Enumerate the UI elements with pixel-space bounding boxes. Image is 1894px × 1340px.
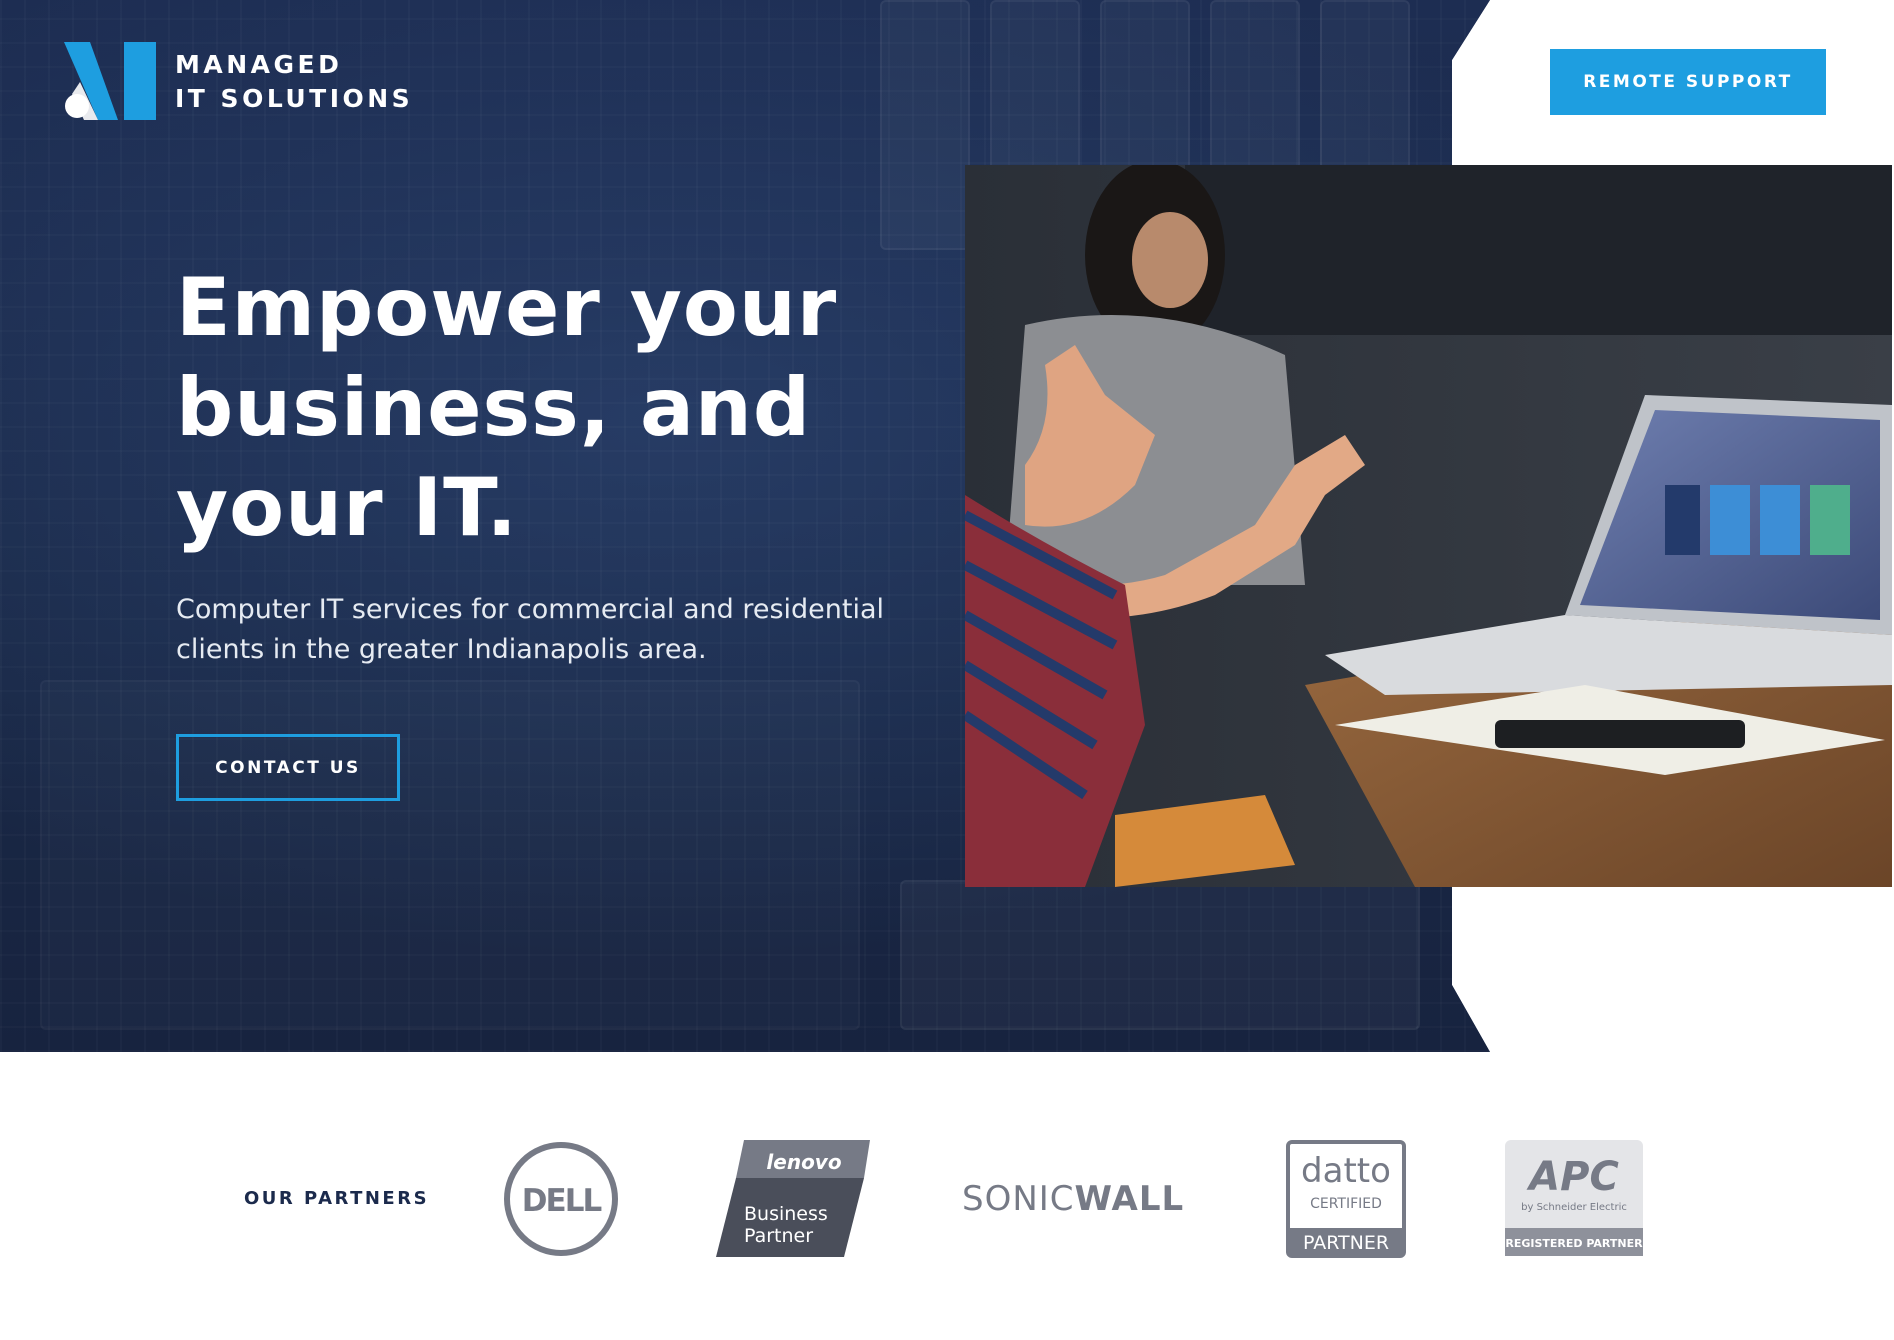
sonicwall-logo-icon[interactable]: SONICWALL — [962, 1174, 1192, 1224]
contact-us-button[interactable]: CONTACT US — [176, 734, 400, 801]
server-rack-shape — [900, 880, 1420, 1030]
brand-name-line2: IT SOLUTIONS — [175, 84, 414, 113]
lenovo-logo-icon[interactable]: lenovo Business Partner — [716, 1140, 870, 1257]
brand-logo-icon — [64, 42, 156, 120]
server-rack-shape — [40, 680, 860, 1030]
server-rack-shape — [1210, 0, 1300, 170]
headline-line3: your IT. — [176, 461, 518, 554]
lenovo-line2-text: Partner — [744, 1225, 813, 1247]
sonicwall-text: SONICWALL — [962, 1179, 1184, 1219]
datto-brand-text: datto — [1301, 1151, 1391, 1191]
lenovo-brand-text: lenovo — [766, 1150, 841, 1174]
server-rack-shape — [880, 0, 970, 250]
hero-headline: Empower your business, and your IT. — [176, 258, 976, 558]
meeting-photo-illustration — [965, 165, 1892, 887]
brand-name: MANAGED IT SOLUTIONS — [175, 48, 413, 116]
datto-partner-text: PARTNER — [1303, 1232, 1389, 1254]
apc-sub-text: by Schneider Electric — [1521, 1202, 1627, 1213]
server-rack-shape — [1320, 0, 1410, 170]
remote-support-button[interactable]: REMOTE SUPPORT — [1550, 49, 1826, 115]
dell-text: DELL — [522, 1183, 602, 1219]
dell-logo-icon[interactable]: DELL — [502, 1140, 620, 1258]
headline-line2: business, and — [176, 361, 812, 454]
lenovo-line1-text: Business — [744, 1203, 828, 1225]
apc-registered-text: REGISTERED PARTNER — [1505, 1237, 1643, 1250]
apc-brand-text: APC — [1526, 1154, 1619, 1200]
datto-logo-icon[interactable]: datto CERTIFIED PARTNER — [1286, 1140, 1406, 1258]
hero-subtext: Computer IT services for commercial and … — [176, 590, 916, 670]
datto-certified-text: CERTIFIED — [1310, 1196, 1382, 1212]
sonicwall-part-a: SONIC — [962, 1179, 1075, 1219]
subtext-line2: clients in the greater Indianapolis area… — [176, 634, 707, 665]
brand-name-line1: MANAGED — [175, 50, 343, 79]
partners-label: OUR PARTNERS — [244, 1188, 430, 1209]
subtext-line1: Computer IT services for commercial and … — [176, 594, 885, 625]
apc-logo-icon[interactable]: APC by Schneider Electric REGISTERED PAR… — [1505, 1140, 1643, 1256]
headline-line1: Empower your — [176, 261, 838, 354]
hero-photo — [965, 165, 1892, 887]
server-rack-shape — [1100, 0, 1190, 170]
sonicwall-part-b: WALL — [1075, 1179, 1185, 1219]
